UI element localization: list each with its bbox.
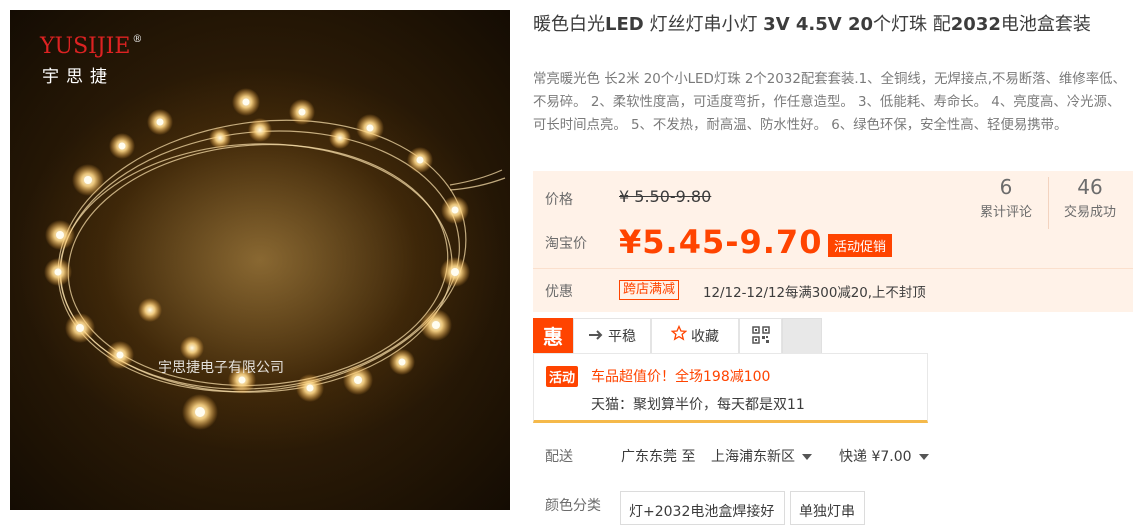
product-title: 暖色白光LED 灯丝灯串小灯 3V 4.5V 20个灯珠 配2032电池盒套装: [533, 12, 1133, 38]
coupon-text: 12/12-12/12每满300减20,上不封顶: [703, 286, 926, 301]
original-price-label: 价格: [545, 192, 573, 208]
tab-hui[interactable]: 惠: [533, 318, 573, 354]
sales-stat: 46 交易成功: [1055, 175, 1125, 220]
tab-favorite-label: 收藏: [691, 329, 719, 345]
title-part: 3V 4.5V 20: [763, 14, 874, 35]
title-part: 2032: [950, 14, 1001, 35]
shipping-fee: 快递 ¥7.00: [839, 449, 912, 465]
brand-chinese-name: 宇思捷: [42, 67, 114, 87]
review-stat[interactable]: 6 累计评论: [971, 175, 1041, 220]
title-part: 暖色白光: [533, 14, 605, 35]
price-box: 价格 ¥ 5.50-9.80 淘宝价 ¥5.45-9.70 活动促销 6 累计评…: [533, 171, 1133, 312]
tab-favorite[interactable]: 收藏: [651, 318, 739, 354]
title-part: 灯丝灯串小灯: [643, 14, 764, 35]
review-label: 累计评论: [979, 205, 1032, 220]
star-icon: [670, 319, 688, 355]
sales-count: 46: [1077, 175, 1103, 199]
activity-promo-link[interactable]: 车品超值价！全场198减100: [591, 366, 770, 386]
promo-badge[interactable]: 活动促销: [828, 234, 893, 257]
color-category-label: 颜色分类: [545, 498, 601, 514]
taobao-price-label: 淘宝价: [545, 236, 587, 252]
sku-option-light-only[interactable]: 单独灯串: [790, 491, 865, 525]
tab-pingwen[interactable]: 平稳: [573, 318, 651, 354]
shipping-label: 配送: [545, 449, 573, 465]
registered-mark: ®: [132, 34, 143, 45]
shipping-from: 广东东莞 至: [621, 449, 696, 465]
brand-logo: YUSIJIE ®: [40, 34, 142, 59]
qrcode-icon: [751, 326, 770, 348]
sales-label: 交易成功: [1063, 205, 1116, 220]
title-part: 个灯珠 配: [873, 14, 951, 35]
activity-panel: 活动 车品超值价！全场198减100 天猫：聚划算半价，每天都是双11: [533, 353, 928, 423]
title-part: 电池盒套装: [1000, 14, 1091, 35]
product-image[interactable]: YUSIJIE ® 宇思捷 宇思捷电子有限公司: [10, 10, 510, 510]
activity-tmall-text: 天猫：聚划算半价，每天都是双11: [591, 397, 805, 413]
image-watermark: 宇思捷电子有限公司: [158, 360, 284, 376]
coupon-divider: [533, 268, 1133, 269]
original-price: ¥ 5.50-9.80: [619, 187, 712, 206]
coupon-label: 优惠: [545, 284, 573, 300]
product-subtitle: 常亮暖光色 长2米 20个小LED灯珠 2个2032配套套装.1、全铜线，无焊接…: [533, 72, 1126, 133]
arrow-right-icon: [588, 319, 604, 355]
shipping-fee-select[interactable]: 快递 ¥7.00: [839, 446, 929, 466]
chevron-down-icon: [802, 454, 812, 460]
chevron-down-icon: [918, 454, 929, 460]
tab-pingwen-label: 平稳: [608, 329, 636, 345]
review-count: 6: [999, 175, 1013, 199]
sku-option-light-with-battery[interactable]: 灯+2032电池盒焊接好: [620, 491, 785, 525]
title-part: LED: [605, 14, 644, 35]
shipping-destination-select[interactable]: 上海浦东新区: [711, 446, 812, 466]
activity-badge: 活动: [546, 366, 579, 387]
stat-divider: [1048, 177, 1049, 229]
tab-qrcode[interactable]: [739, 318, 782, 354]
brand-logo-text: YUSIJIE: [40, 34, 131, 59]
sale-price: ¥5.45-9.70: [619, 223, 823, 261]
coupon-tag[interactable]: 跨店满减: [619, 280, 680, 300]
tab-empty[interactable]: [782, 318, 822, 354]
shipping-destination: 上海浦东新区: [711, 449, 795, 465]
